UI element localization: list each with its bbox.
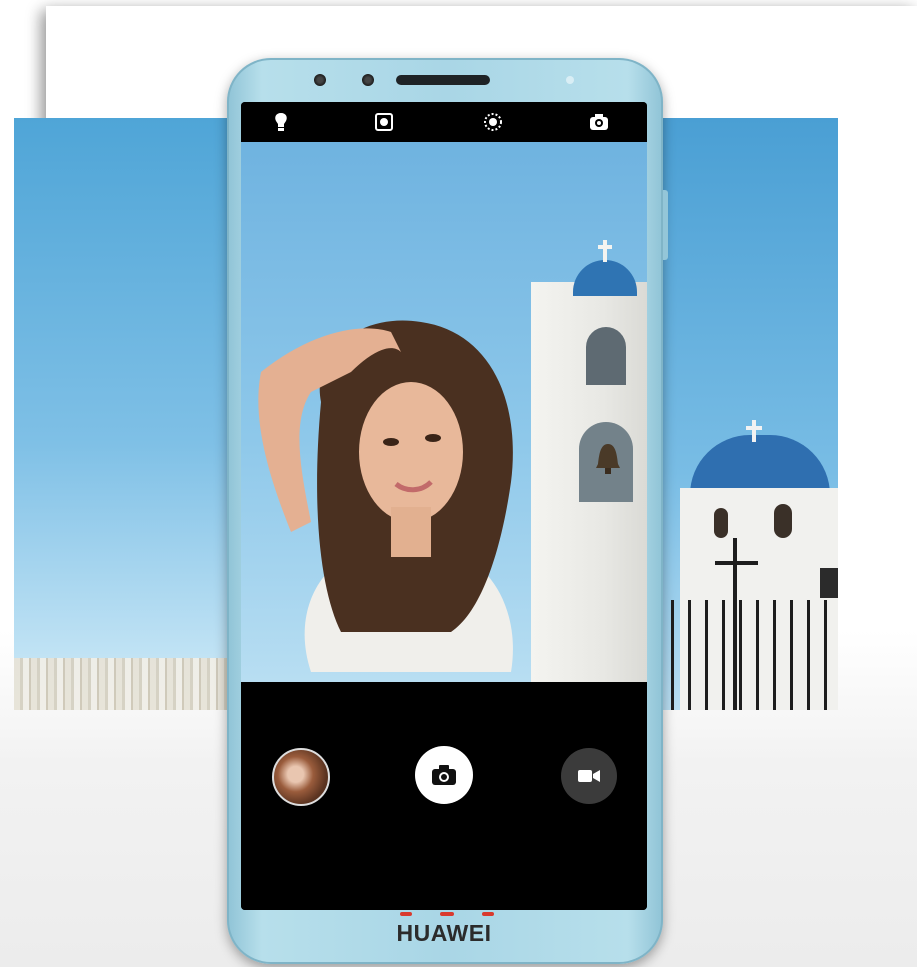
switch-camera-icon[interactable]: [589, 112, 609, 132]
proximity-sensor: [566, 76, 574, 84]
camera-top-bar: [241, 102, 647, 142]
front-camera-lens-secondary: [362, 74, 374, 86]
town-skyline: [14, 658, 246, 710]
flash-auto-icon[interactable]: [271, 112, 291, 132]
shutter-button[interactable]: [415, 746, 473, 804]
selfie-subject: [258, 320, 513, 672]
iron-gate: [640, 600, 838, 710]
gallery-thumbnail[interactable]: [272, 748, 330, 806]
video-camera-icon: [578, 770, 600, 782]
tower-cross: [598, 240, 612, 262]
phone-screen: [241, 102, 647, 910]
camera-bottom-controls: [241, 682, 647, 910]
phone-side-button: [663, 190, 668, 260]
video-mode-button[interactable]: [561, 748, 617, 804]
bell: [596, 444, 620, 474]
bell-tower-window: [586, 327, 626, 385]
panorama-left: [14, 118, 246, 710]
church-cross: [746, 420, 762, 442]
bell-tower-dome: [573, 260, 637, 296]
front-camera-lens: [314, 74, 326, 86]
brand-logo-text: HUAWEI: [396, 920, 492, 946]
camera-viewfinder[interactable]: [241, 142, 647, 682]
red-accent-marks: [400, 912, 494, 916]
aperture-mode-icon[interactable]: [374, 112, 394, 132]
earpiece-speaker: [396, 75, 490, 85]
camera-icon: [432, 765, 456, 785]
live-photo-icon[interactable]: [483, 112, 503, 132]
